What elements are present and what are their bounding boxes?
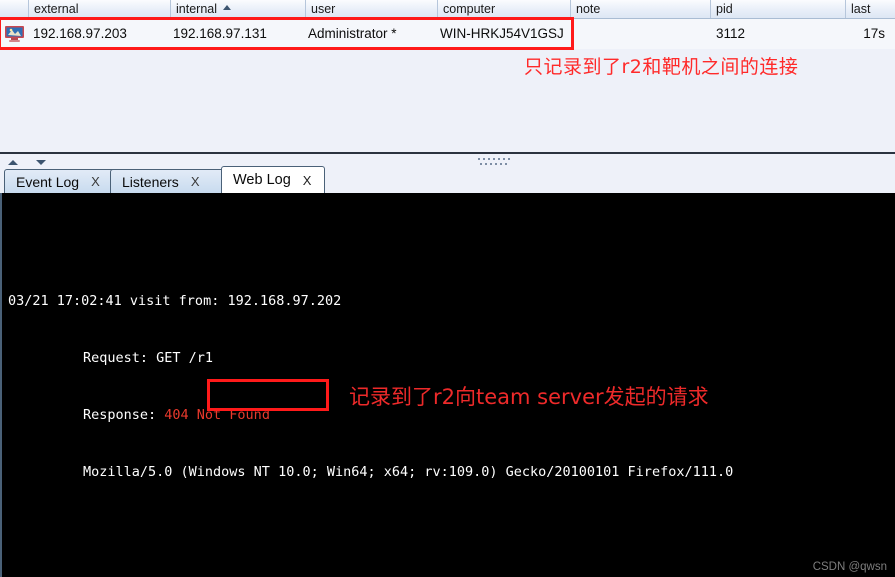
beacon-table-header: external internal user computer note pid… [0,0,895,19]
log-tab-strip: Event Log X Listeners X Web Log X [0,166,895,193]
column-header-pid-label: pid [716,2,733,16]
drag-grip-icon[interactable] [478,158,512,165]
tab-web-log[interactable]: Web Log X [221,166,325,193]
tab-listeners[interactable]: Listeners X [110,169,230,193]
column-header-last-label: last [851,2,871,16]
column-header-external[interactable]: external [28,0,170,18]
close-icon[interactable]: X [303,173,312,188]
log-entry-1-request: Request: GET /r1 [83,350,214,366]
beacon-table-panel: external internal user computer note pid… [0,0,895,152]
column-header-last[interactable]: last [845,0,895,18]
column-header-user-label: user [311,2,336,16]
column-header-icon[interactable] [0,0,28,18]
tab-listeners-label: Listeners [122,173,179,190]
column-header-note-label: note [576,2,601,16]
cell-pid: 3112 [715,26,745,41]
close-icon[interactable]: X [191,174,200,189]
column-header-user[interactable]: user [305,0,437,18]
windows-host-icon [5,26,24,42]
tab-event-log-label: Event Log [16,173,80,190]
column-header-external-label: external [34,2,79,16]
column-header-internal[interactable]: internal [170,0,305,18]
column-header-computer[interactable]: computer [437,0,570,18]
log-entry-1-user-agent: Mozilla/5.0 (Windows NT 10.0; Win64; x64… [83,464,734,480]
annotation-log-request: 记录到了r2向team server发起的请求 [349,385,709,409]
tab-web-log-label: Web Log [233,172,291,188]
cell-user: Administrator * [308,26,397,41]
triangle-up-icon[interactable] [8,160,18,165]
close-icon[interactable]: X [91,174,100,189]
cell-computer: WIN-HRKJ54V1GSJ [440,26,564,41]
column-header-computer-label: computer [443,2,496,16]
annotation-beacon-row: 只记录到了r2和靶机之间的连接 [524,56,799,78]
sort-ascending-icon [223,5,231,10]
column-header-note[interactable]: note [570,0,710,18]
cell-external: 192.168.97.203 [33,26,127,41]
log-entry-1-response-code: 404 Not Found [164,407,270,423]
log-entry-1-response-label: Response: [83,407,165,423]
triangle-down-icon[interactable] [36,160,46,165]
table-row[interactable]: 192.168.97.203 192.168.97.131 Administra… [0,19,895,49]
watermark: CSDN @qwsn [812,561,887,573]
column-header-internal-label: internal [176,2,217,16]
log-entry-1-head: 03/21 17:02:41 visit from: 192.168.97.20… [8,293,342,309]
cell-last: 17s [863,26,885,41]
column-header-pid[interactable]: pid [710,0,845,18]
cell-internal: 192.168.97.131 [173,26,267,41]
